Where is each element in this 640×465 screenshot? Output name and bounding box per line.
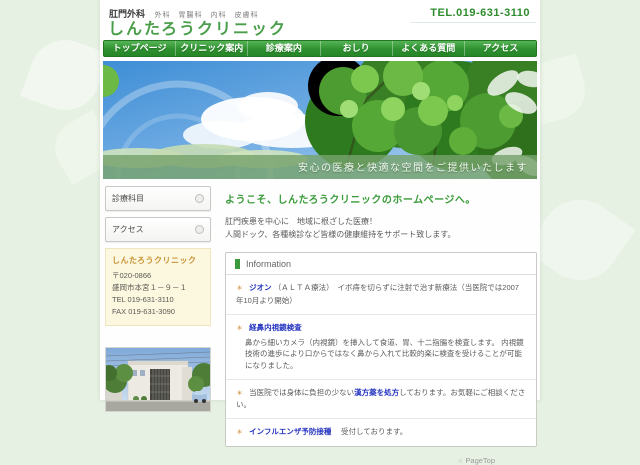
page-footer: ○ PageTop [225,447,537,465]
main-content: ようこそ、しんたろうクリニックのホームページへ。 肛門疾患を中心に 地域に根ざし… [211,186,537,465]
nav-item-clinic-guide[interactable]: クリニック案内 [175,41,247,56]
main-navigation: トップページ クリニック案内 診療案内 おしり よくある質問 アクセス [103,40,537,57]
info-item-description: 鼻から細いカメラ（内視鏡）を挿入して食道、胃、十二指腸を検査します。 内視鏡技術… [236,337,526,372]
sidebar-item-label: アクセス [112,224,144,235]
intro-line-1: 肛門疾患を中心に 地域に根ざした医療！ [225,215,537,228]
arrow-circle-icon [195,194,204,203]
nasal-endoscopy-link[interactable]: 経鼻内視鏡検査 [249,323,302,332]
clinic-postal-code: 〒020-0866 [112,270,204,282]
information-header: Information [226,253,536,275]
header-phone-number: TEL.019-631-3110 [410,7,536,23]
clinic-tel: TEL 019-631-3110 [112,294,204,306]
intro-line-2: 人間ドック、各種検診など皆様の健康維持をサポート致します。 [225,228,537,241]
sidebar-item-access[interactable]: アクセス [105,217,211,242]
welcome-heading: ようこそ、しんたろうクリニックのホームページへ。 [225,191,537,206]
kampo-link[interactable]: 漢方薬を処方 [354,388,399,397]
asterisk-bullet-icon: ＊ [236,325,243,332]
pagetop-link[interactable]: ○ PageTop [458,456,495,465]
clinic-fax: FAX 019-631-3090 [112,306,204,318]
pagetop-circle-icon: ○ [458,458,462,465]
intro-text: 肛門疾患を中心に 地域に根ざした医療！ 人間ドック、各種検診など皆様の健康維持を… [225,215,537,241]
info-item-endoscopy: ＊ 経鼻内視鏡検査 鼻から細いカメラ（内視鏡）を挿入して食道、胃、十二指腸を検査… [226,315,536,380]
nav-item-oshiri[interactable]: おしり [320,41,392,56]
sidebar-item-label: 診療科目 [112,193,144,204]
info-item-text: 当医院では身体に負担の少ない [249,388,354,397]
info-item-text: （ＡＬＴＡ療法） イボ痔を切らずに注射で治す新療法（当医院では2007年10月よ… [236,283,519,305]
info-item-kampo: ＊ 当医院では身体に負担の少ない漢方薬を処方しております。お気軽にご相談ください… [226,380,536,419]
asterisk-bullet-icon: ＊ [236,429,243,436]
zeon-link[interactable]: ジオン [249,283,272,292]
background-leaf-decoration [20,30,110,120]
sidebar: 診療科目 アクセス しんたろうクリニック 〒020-0866 盛岡市本宮１－９－… [105,186,211,465]
pagetop-label: PageTop [465,456,495,465]
nav-item-access[interactable]: アクセス [464,41,536,56]
influenza-vaccination-link[interactable]: インフルエンザ予防接種 [249,427,331,436]
info-item-zeon: ＊ ジオン （ＡＬＴＡ療法） イボ痔を切らずに注射で治す新療法（当医院では200… [226,275,536,314]
clinic-address-name: しんたろうクリニック [112,255,204,268]
information-box: Information ＊ ジオン （ＡＬＴＡ療法） イボ痔を切らずに注射で治す… [225,252,537,447]
info-item-influenza: ＊ インフルエンザ予防接種 受付しております。 [226,419,536,446]
information-title: Information [246,259,291,269]
hero-banner: 安心の医療と快適な空間をご提供いたします [103,61,537,179]
nav-item-top[interactable]: トップページ [104,41,175,56]
nav-item-faq[interactable]: よくある質問 [392,41,464,56]
clinic-address-box: しんたろうクリニック 〒020-0866 盛岡市本宮１－９－１ TEL 019-… [105,248,211,326]
info-item-text: 受付しております。 [333,427,407,436]
site-logo-text[interactable]: しんたろうクリニック [108,15,287,39]
nav-item-medical-guide[interactable]: 診療案内 [247,41,319,56]
clinic-building-photo [105,347,211,412]
sidebar-item-medical-subjects[interactable]: 診療科目 [105,186,211,211]
site-header: 肛門外科 外科 胃腸科 内科 皮膚科 しんたろうクリニック TEL.019-63… [100,0,540,38]
asterisk-bullet-icon: ＊ [236,285,243,292]
asterisk-bullet-icon: ＊ [236,390,243,397]
content-area: 診療科目 アクセス しんたろうクリニック 〒020-0866 盛岡市本宮１－９－… [100,179,540,465]
background-leaf-decoration [524,184,635,295]
green-square-icon [235,259,240,269]
arrow-circle-icon [195,225,204,234]
page-column: 肛門外科 外科 胃腸科 内科 皮膚科 しんたろうクリニック TEL.019-63… [100,0,540,400]
clinic-street-address: 盛岡市本宮１－９－１ [112,282,204,294]
hero-catchphrase: 安心の医療と快適な空間をご提供いたします [298,159,528,174]
